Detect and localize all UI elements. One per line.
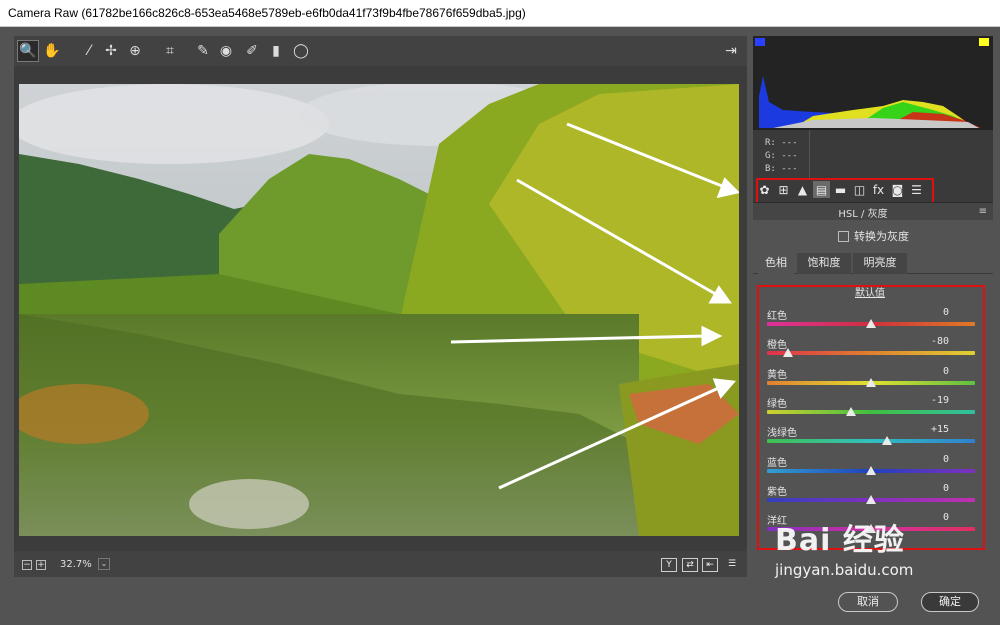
preview-prefs-button[interactable]: ☰ [724,558,740,572]
panel-menu-icon[interactable]: ≡ [979,206,987,217]
tab-hue[interactable]: 色相 [758,253,794,274]
zoom-icon[interactable]: 🔍 [17,40,39,62]
rgb-readout: R: --- G: --- B: --- [753,130,993,178]
tab-luminance[interactable]: 明亮度 [853,253,907,274]
histogram [753,36,993,130]
watermark-logo: Bai 经验 [775,523,905,558]
annotation-box-tabs [756,178,934,204]
zoom-level: 32.7% [60,559,92,570]
b-value: --- [781,164,798,174]
tool-bar: 🔍 ✋ ⁄ ✢ ⊕ ⌗ ✎ ◉ ✐ ▮ ◯ ⇥ [14,36,747,66]
swap-settings-button[interactable]: ⇄ [682,558,698,572]
shadow-clipping-icon[interactable] [755,38,765,46]
color-sampler-icon[interactable]: ✢ [100,40,122,62]
g-label: G: [765,151,776,161]
b-label: B: [765,164,776,174]
g-value: --- [781,151,798,161]
annotation-box-sliders [757,285,985,550]
checkbox-icon[interactable] [838,231,849,242]
copy-settings-button[interactable]: ⇤ [702,558,718,572]
spot-removal-icon[interactable]: ✎ [192,40,214,62]
zoom-in-button[interactable]: + [36,560,46,570]
before-after-toggle[interactable]: Y [661,558,677,572]
watermark-url: jingyan.baidu.com [775,561,914,579]
baidu-watermark: Bai 经验 jingyan.baidu.com [775,515,913,579]
radial-filter-icon[interactable]: ◯ [290,40,312,62]
window-title: Camera Raw (61782be166c826c8-653ea5468e5… [8,6,526,20]
highlight-clipping-icon[interactable] [979,38,989,46]
r-value: --- [781,138,798,148]
open-preferences-icon[interactable]: ⇥ [720,40,742,62]
graduated-filter-icon[interactable]: ▮ [265,40,287,62]
zoom-dropdown[interactable]: ⌄ [98,558,110,570]
panel-title: HSL / 灰度 [838,209,888,220]
hand-icon[interactable]: ✋ [41,40,63,62]
status-bar: − + 32.7% ⌄ Y ⇄ ⇤ ☰ [14,551,747,577]
title-bar: Camera Raw (61782be166c826c8-653ea5468e5… [0,0,1000,27]
target-adjust-icon[interactable]: ⊕ [124,40,146,62]
r-label: R: [765,138,776,148]
convert-grayscale-checkbox[interactable]: 转换为灰度 [838,228,909,244]
zoom-out-button[interactable]: − [22,560,32,570]
eyedropper-icon[interactable]: ⁄ [78,40,100,62]
red-eye-icon[interactable]: ◉ [215,40,237,62]
crop-icon[interactable]: ⌗ [159,40,181,62]
hsl-panel-header: HSL / 灰度 ≡ [753,202,993,220]
preview-image[interactable] [19,84,739,536]
brush-icon[interactable]: ✐ [241,40,263,62]
tab-saturation[interactable]: 饱和度 [797,253,851,274]
cancel-button[interactable]: 取消 [838,592,898,612]
ok-button[interactable]: 确定 [921,592,979,612]
landscape-photo [19,84,739,536]
hsl-subtabs: 色相 饱和度 明亮度 [753,250,993,274]
histogram-graph [755,38,989,128]
checkbox-label: 转换为灰度 [854,230,909,243]
